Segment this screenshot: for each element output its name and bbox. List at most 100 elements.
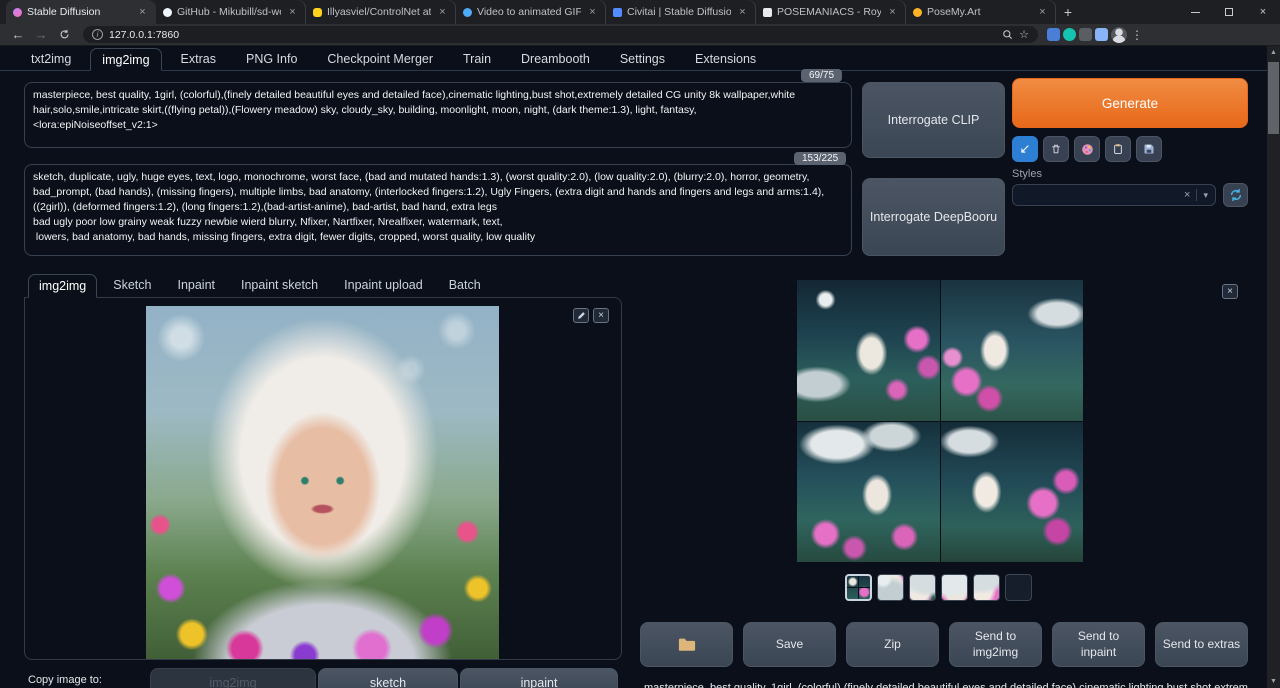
tab-title: Civitai | Stable Diffusion model... [627,6,731,18]
tab-train[interactable]: Train [452,48,502,71]
tab-txt2img[interactable]: txt2img [20,48,82,71]
tab-extensions[interactable]: Extensions [684,48,767,71]
zoom-icon[interactable] [1002,29,1013,40]
tab-extras[interactable]: Extras [170,48,227,71]
gallery-thumbnail[interactable] [1005,574,1032,601]
tab-close-icon[interactable]: × [436,6,449,19]
save-button[interactable]: Save [743,622,836,667]
tab-close-icon[interactable]: × [586,6,599,19]
window-close-button[interactable]: × [1246,0,1280,24]
address-bar[interactable]: i 127.0.0.1:7860 ☆ [83,26,1038,43]
image-tools: × [573,308,609,323]
generation-info-text: masterpiece, best quality, 1girl, (color… [644,682,1248,688]
clipboard-icon [1112,143,1124,155]
token-counter: 69/75 [801,69,842,82]
mode-tab-batch[interactable]: Batch [439,274,491,298]
tab-close-icon[interactable]: × [286,6,299,19]
interrogate-deepbooru-button[interactable]: Interrogate DeepBooru [862,178,1005,256]
tab-png-info[interactable]: PNG Info [235,48,308,71]
clear-prompt-button[interactable] [1043,136,1069,162]
browser-tab-civitai[interactable]: Civitai | Stable Diffusion model... × [606,0,756,24]
back-button[interactable]: ← [8,26,28,44]
copy-to-inpaint-button[interactable]: inpaint [460,668,618,688]
mode-tab-sketch[interactable]: Sketch [103,274,161,298]
gallery-thumbnail[interactable] [941,574,968,601]
gallery-thumbnail[interactable] [845,574,872,601]
apply-styles-button[interactable] [1105,136,1131,162]
tab-img2img[interactable]: img2img [90,48,161,71]
edit-image-button[interactable] [573,308,589,323]
bookmark-star-icon[interactable]: ☆ [1019,28,1029,41]
mode-tab-inpaint-sketch[interactable]: Inpaint sketch [231,274,328,298]
generate-button[interactable]: Generate [1012,78,1248,128]
profile-avatar[interactable] [1111,27,1127,43]
styles-dropdown[interactable]: × ▾ [1012,184,1216,206]
page-scrollbar[interactable]: ▲ ▼ [1267,46,1280,688]
copy-image-label: Copy image to: [28,674,102,686]
scrollbar-thumb[interactable] [1268,62,1279,134]
send-to-inpaint-button[interactable]: Send to inpaint [1052,622,1145,667]
browser-tab-gif-converter[interactable]: Video to animated GIF converter × [456,0,606,24]
mode-tab-inpaint[interactable]: Inpaint [167,274,225,298]
prompt-tool-row: ↙ [1012,136,1162,162]
refresh-button[interactable] [54,26,74,44]
site-info-icon[interactable]: i [92,29,103,40]
close-gallery-button[interactable]: × [1222,284,1238,299]
output-image-quadrant [797,280,940,421]
gallery-thumbnail[interactable] [877,574,904,601]
forward-button[interactable]: → [31,26,51,44]
send-to-extras-button[interactable]: Send to extras [1155,622,1248,667]
browser-tab-github[interactable]: GitHub - Mikubill/sd-webui-con... × [156,0,306,24]
tab-title: PoseMy.Art [927,6,1031,18]
browser-tab-posemaniacs[interactable]: POSEMANIACS - Royalty free 3... × [756,0,906,24]
mode-tab-img2img[interactable]: img2img [28,274,97,298]
tab-title: Illyasviel/ControlNet at main [327,6,431,18]
open-folder-button[interactable] [640,622,733,667]
save-style-button[interactable] [1136,136,1162,162]
new-tab-button[interactable]: + [1056,0,1080,24]
dropdown-caret-icon[interactable]: ▾ [1203,190,1208,201]
tab-close-icon[interactable]: × [886,6,899,19]
tab-title: Video to animated GIF converter [477,6,581,18]
extra-networks-button[interactable] [1074,136,1100,162]
prompt-input[interactable]: masterpiece, best quality, 1girl, (color… [24,82,852,148]
extension-icon-blue[interactable] [1047,28,1060,41]
browser-tab-posemyart[interactable]: PoseMy.Art × [906,0,1056,24]
scrollbar-down-icon[interactable]: ▼ [1267,675,1280,688]
floppy-icon [1143,143,1155,155]
copy-to-sketch-button[interactable]: sketch [318,668,458,688]
negative-prompt-input[interactable]: sketch, duplicate, ugly, huge eyes, text… [24,164,852,256]
zip-button[interactable]: Zip [846,622,939,667]
output-gallery-image[interactable] [797,280,1083,562]
extension-icon-gray[interactable] [1079,28,1092,41]
refresh-styles-button[interactable] [1223,183,1248,207]
extension-icon-lightblue[interactable] [1095,28,1108,41]
send-to-img2img-button[interactable]: Send to img2img [949,622,1042,667]
tab-close-icon[interactable]: × [136,6,149,19]
extension-icon-teal[interactable] [1063,28,1076,41]
tab-close-icon[interactable]: × [736,6,749,19]
scrollbar-up-icon[interactable]: ▲ [1267,46,1280,59]
window-maximize-button[interactable] [1212,0,1246,24]
stable-diffusion-favicon [13,8,22,17]
interrogate-clip-button[interactable]: Interrogate CLIP [862,82,1005,158]
tab-checkpoint-merger[interactable]: Checkpoint Merger [316,48,444,71]
gallery-thumbnail[interactable] [973,574,1000,601]
url-text: 127.0.0.1:7860 [109,29,996,41]
gallery-thumbnail[interactable] [909,574,936,601]
browser-tab-controlnet[interactable]: Illyasviel/ControlNet at main × [306,0,456,24]
tab-close-icon[interactable]: × [1036,6,1049,19]
folder-icon [678,637,696,652]
input-image[interactable] [146,306,499,659]
clear-styles-icon[interactable]: × [1184,189,1190,201]
mode-tab-inpaint-upload[interactable]: Inpaint upload [334,274,433,298]
restore-prompt-button[interactable]: ↙ [1012,136,1038,162]
tab-dreambooth[interactable]: Dreambooth [510,48,601,71]
browser-tab-stable-diffusion[interactable]: Stable Diffusion × [6,0,156,24]
browser-menu-icon[interactable]: ⋮ [1130,28,1144,42]
window-minimize-button[interactable] [1178,0,1212,24]
tab-settings[interactable]: Settings [609,48,676,71]
remove-image-button[interactable]: × [593,308,609,323]
gallery-actions: Save Zip Send to img2img Send to inpaint… [640,622,1248,667]
palette-icon [1081,143,1094,156]
